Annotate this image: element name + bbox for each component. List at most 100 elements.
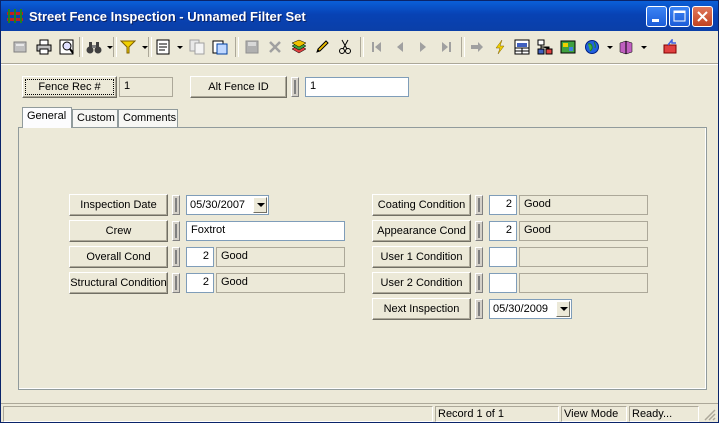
pencil-icon <box>316 40 329 53</box>
user2-condition-button[interactable]: User 2 Condition <box>372 272 471 294</box>
exit-button[interactable] <box>659 36 681 58</box>
fence-app-icon <box>7 9 23 23</box>
app-window: Street Fence Inspection - Unnamed Filter… <box>0 0 719 423</box>
status-bar: Record 1 of 1 View Mode Ready... <box>1 403 718 422</box>
appearance-cond-button[interactable]: Appearance Cond <box>372 220 471 242</box>
close-icon <box>697 11 708 22</box>
binoculars-icon <box>86 42 102 54</box>
appearance-cond-grip[interactable] <box>475 221 483 241</box>
coating-condition-code[interactable]: 2 <box>489 195 517 215</box>
book-icon <box>619 40 633 55</box>
library-button[interactable] <box>615 36 637 58</box>
map-icon <box>560 40 576 54</box>
chevron-down-icon[interactable] <box>253 197 267 213</box>
scissors-icon <box>339 39 351 54</box>
library-dropdown-arrow[interactable] <box>641 46 647 49</box>
status-pane-empty <box>3 406 433 422</box>
arrow-right-icon <box>471 42 483 52</box>
structural-condition-code[interactable]: 2 <box>186 273 214 293</box>
overall-cond-grip[interactable] <box>172 247 180 267</box>
resize-grip-icon[interactable] <box>703 408 716 421</box>
filter-button[interactable] <box>117 36 139 58</box>
toolbar <box>1 32 718 62</box>
next-inspection-grip[interactable] <box>475 299 483 319</box>
alt-fence-id-grip[interactable] <box>291 77 299 97</box>
globe-dropdown-arrow[interactable] <box>607 46 613 49</box>
cut-button[interactable] <box>334 36 356 58</box>
filter-icon <box>120 40 136 54</box>
structural-condition-grip[interactable] <box>172 273 180 293</box>
appearance-cond-code[interactable]: 2 <box>489 221 517 241</box>
new-record-button[interactable] <box>9 36 31 58</box>
crew-button[interactable]: Crew <box>69 220 168 242</box>
copy-record-button[interactable] <box>186 36 208 58</box>
minimize-button[interactable] <box>646 6 667 27</box>
delete-button[interactable] <box>264 36 286 58</box>
maximize-icon <box>673 10 686 22</box>
inspection-date-picker[interactable]: 05/30/2007 <box>186 195 269 215</box>
coating-condition-button[interactable]: Coating Condition <box>372 194 471 216</box>
close-button[interactable] <box>692 6 713 27</box>
table-view-button[interactable] <box>511 36 533 58</box>
chevron-down-icon[interactable] <box>556 301 570 317</box>
globe-button[interactable] <box>581 36 603 58</box>
fence-rec-value: 1 <box>119 77 173 97</box>
first-record-button[interactable] <box>366 36 388 58</box>
save-icon <box>245 40 259 54</box>
printer-icon <box>36 39 52 55</box>
next-record-button[interactable] <box>412 36 434 58</box>
inspection-date-button[interactable]: Inspection Date <box>69 194 168 216</box>
relationships-button[interactable] <box>534 36 556 58</box>
inspection-date-grip[interactable] <box>172 195 180 215</box>
next-inspection-picker[interactable]: 05/30/2009 <box>489 299 572 319</box>
map-button[interactable] <box>557 36 579 58</box>
user1-condition-grip[interactable] <box>475 247 483 267</box>
maximize-button[interactable] <box>669 6 690 27</box>
fence-rec-button[interactable]: Fence Rec # <box>22 76 117 98</box>
next-record-icon <box>420 42 426 52</box>
tab-general[interactable]: General <box>22 107 72 128</box>
print-button[interactable] <box>33 36 55 58</box>
tab-custom[interactable]: Custom <box>72 109 118 127</box>
last-record-button[interactable] <box>435 36 457 58</box>
user1-condition-button[interactable]: User 1 Condition <box>372 246 471 268</box>
status-state: Ready... <box>629 406 699 422</box>
go-to-button[interactable] <box>466 36 488 58</box>
print-preview-button[interactable] <box>56 36 78 58</box>
layers-icon <box>291 39 307 54</box>
toolbar-divider <box>1 63 718 65</box>
copy-icon <box>189 39 205 55</box>
user2-condition-text <box>519 273 648 293</box>
user2-condition-code[interactable] <box>489 273 517 293</box>
alt-fence-id-field[interactable]: 1 <box>305 77 409 97</box>
overall-cond-button[interactable]: Overall Cond <box>69 246 168 268</box>
crew-grip[interactable] <box>172 221 180 241</box>
overall-cond-text: Good <box>216 247 345 267</box>
coating-condition-text: Good <box>519 195 648 215</box>
next-inspection-button[interactable]: Next Inspection <box>372 298 471 320</box>
coating-condition-grip[interactable] <box>475 195 483 215</box>
overall-cond-code[interactable]: 2 <box>186 247 214 267</box>
report-icon <box>156 39 170 55</box>
tab-comments[interactable]: Comments <box>118 109 178 127</box>
user1-condition-code[interactable] <box>489 247 517 267</box>
run-button[interactable] <box>489 36 511 58</box>
window-title: Street Fence Inspection - Unnamed Filter… <box>29 9 306 24</box>
save-button[interactable] <box>241 36 263 58</box>
minimize-icon <box>652 19 659 22</box>
paste-icon <box>212 40 228 55</box>
lightning-icon <box>495 39 505 55</box>
grid-icon <box>514 39 530 55</box>
layers-button[interactable] <box>288 36 310 58</box>
structural-condition-button[interactable]: Structural Condition <box>69 272 168 294</box>
user2-condition-grip[interactable] <box>475 273 483 293</box>
next-inspection-value: 05/30/2009 <box>493 303 549 315</box>
previous-record-button[interactable] <box>389 36 411 58</box>
report-dropdown-arrow[interactable] <box>177 46 183 49</box>
crew-field[interactable]: Foxtrot <box>186 221 345 241</box>
paste-record-button[interactable] <box>209 36 231 58</box>
edit-button[interactable] <box>311 36 333 58</box>
report-button[interactable] <box>152 36 174 58</box>
find-button[interactable] <box>83 36 105 58</box>
alt-fence-id-button[interactable]: Alt Fence ID <box>190 76 287 98</box>
